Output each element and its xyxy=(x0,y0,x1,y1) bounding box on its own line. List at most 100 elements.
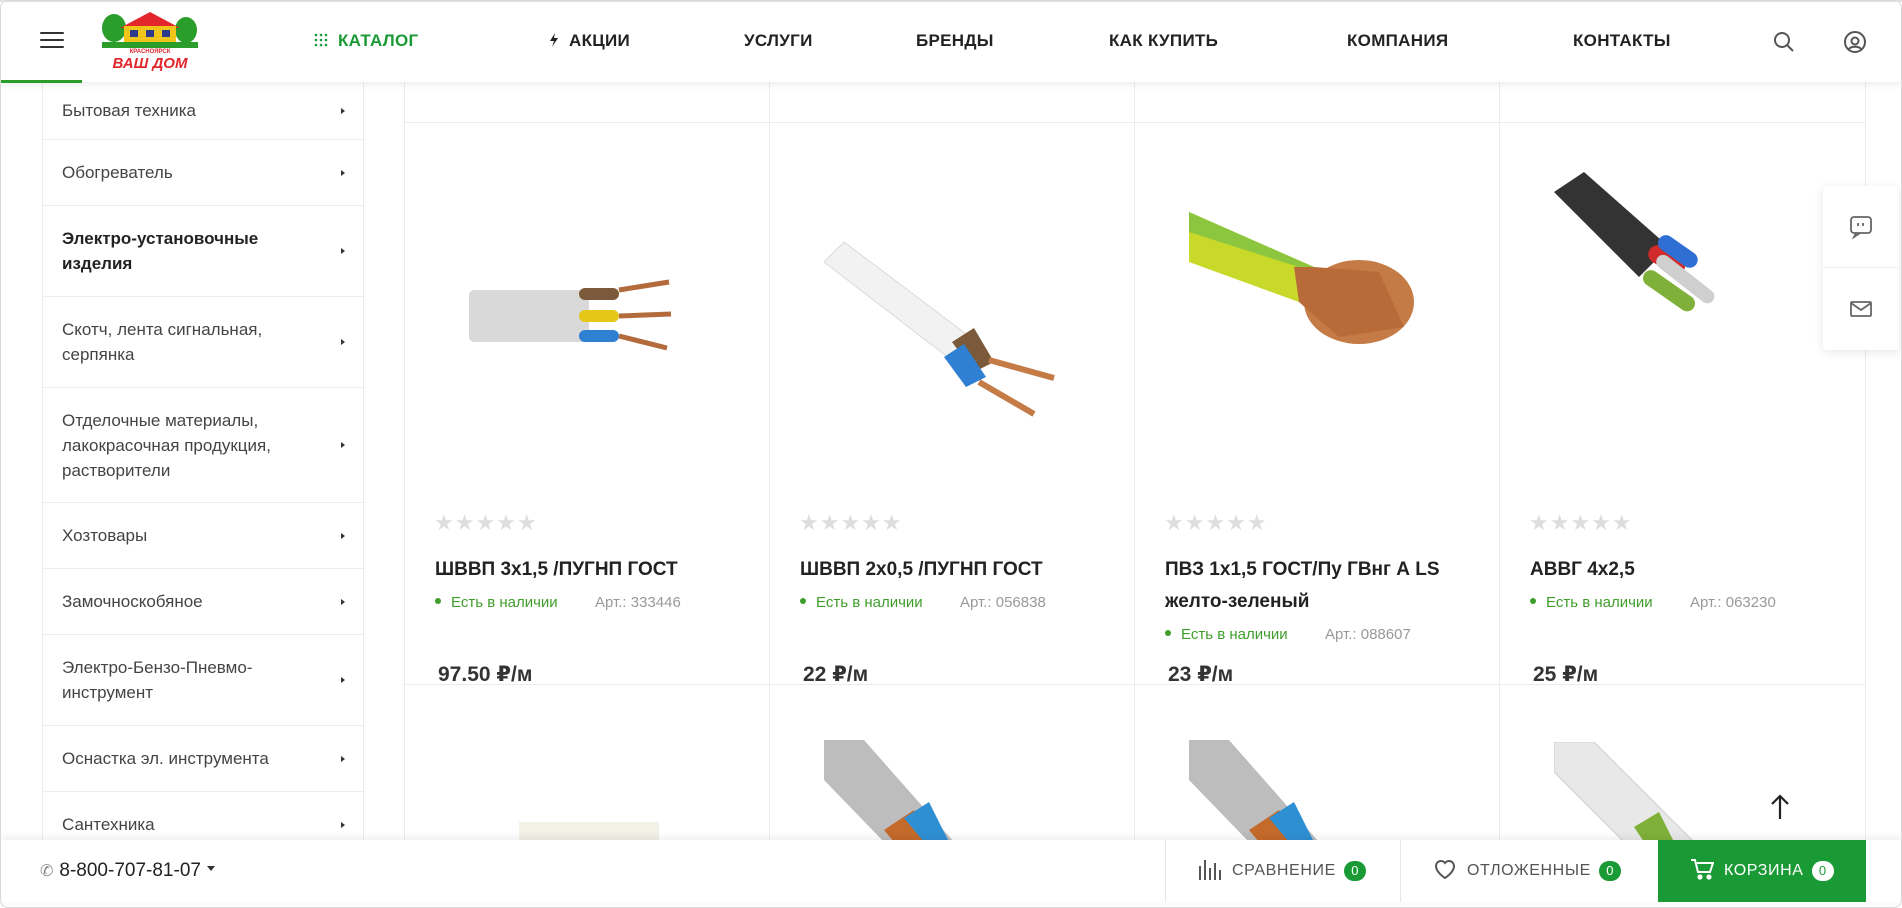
sidebar-item-locks[interactable]: Замочноскобяное xyxy=(43,569,363,635)
bottom-bar: ✆ 8-800-707-81-07 СРАВНЕНИЕ 0 ОТЛОЖЕННЫЕ … xyxy=(0,840,1902,902)
chevron-down-icon xyxy=(206,866,215,872)
cable-flat-3core-image[interactable] xyxy=(459,172,719,432)
arrow-right-icon xyxy=(341,821,345,828)
product-article: Арт.: 063230 xyxy=(1690,594,1776,611)
product-card[interactable]: ★★★★★ ПВЗ 1х1,5 ГОСТ/Пу ГВнг А LS желто-… xyxy=(1134,122,1499,686)
user-icon[interactable] xyxy=(1843,30,1867,54)
compare-icon xyxy=(1198,858,1222,885)
cable-grey-round-image[interactable] xyxy=(1189,740,1449,842)
product-article: Арт.: 088607 xyxy=(1325,626,1411,643)
sidebar-item-label: Сантехника xyxy=(62,815,155,834)
product-name[interactable]: АВВГ 4х2,5 xyxy=(1530,554,1830,586)
product-card[interactable] xyxy=(1134,684,1499,842)
arrow-right-icon xyxy=(341,532,345,539)
arrow-right-icon xyxy=(341,107,345,114)
lightning-icon xyxy=(549,32,559,52)
nav-how-to-buy[interactable]: КАК КУПИТЬ xyxy=(1109,31,1218,51)
sidebar-item-label: Электро-Бензо-Пневмо-инструмент xyxy=(62,658,253,702)
compare-label: СРАВНЕНИЕ xyxy=(1232,862,1336,879)
contact-widget xyxy=(1823,186,1899,350)
nav-catalog-label: КАТАЛОГ xyxy=(338,31,419,50)
site-header: КРАСНОЯРСК ВАШ ДОМ КАТАЛОГ АКЦИИ УСЛУГИ … xyxy=(0,0,1902,83)
product-name[interactable]: ПВЗ 1х1,5 ГОСТ/Пу ГВнг А LS желто-зелены… xyxy=(1165,554,1465,618)
nav-contacts[interactable]: КОНТАКТЫ xyxy=(1573,31,1671,51)
menu-active-indicator xyxy=(0,80,82,83)
sidebar-item-label: Обогреватель xyxy=(62,163,173,182)
heart-icon xyxy=(1433,858,1457,885)
sidebar-item-tool-accessories[interactable]: Оснастка эл. инструмента xyxy=(43,726,363,792)
sidebar-item-electrical[interactable]: Электро-установочные изделия xyxy=(43,206,363,297)
sidebar-item-label: Замочноскобяное xyxy=(62,592,203,611)
product-name[interactable]: ШВВП 3х1,5 /ПУГНП ГОСТ xyxy=(435,554,735,586)
cart-count-badge: 0 xyxy=(1811,861,1834,881)
availability-status: Есть в наличии xyxy=(1165,626,1288,643)
nav-promotions-label: АКЦИИ xyxy=(569,31,631,50)
mail-icon[interactable] xyxy=(1823,268,1899,350)
sidebar-item-finishing[interactable]: Отделочные материалы, лакокрасочная прод… xyxy=(43,388,363,503)
sidebar-item-power-tools[interactable]: Электро-Бензо-Пневмо-инструмент xyxy=(43,635,363,726)
deferred-count-badge: 0 xyxy=(1598,861,1621,881)
nav-promotions[interactable]: АКЦИИ xyxy=(549,31,630,52)
sidebar-item-label: Бытовая техника xyxy=(62,101,196,120)
deferred-button[interactable]: ОТЛОЖЕННЫЕ 0 xyxy=(1400,840,1658,902)
logo-brand: ВАШ ДОМ xyxy=(113,55,188,72)
rating-stars: ★★★★★ xyxy=(1529,510,1633,535)
product-article: Арт.: 333446 xyxy=(595,594,681,611)
rating-stars: ★★★★★ xyxy=(799,510,903,535)
product-card[interactable]: ★★★★★ ШВВП 2х0,5 /ПУГНП ГОСТ Есть в нали… xyxy=(769,122,1134,686)
product-card[interactable] xyxy=(1499,684,1864,842)
scroll-up-icon[interactable] xyxy=(1768,793,1792,821)
sidebar-item-appliances[interactable]: Бытовая техника xyxy=(43,82,363,140)
arrow-right-icon xyxy=(341,677,345,683)
sidebar-item-label: Скотч, лента сигнальная, серпянка xyxy=(62,320,263,364)
search-icon[interactable] xyxy=(1772,30,1796,54)
cable-grey-round-image[interactable] xyxy=(824,740,1084,842)
product-card[interactable]: ★★★★★ АВВГ 4х2,5 Есть в наличии Арт.: 06… xyxy=(1499,122,1864,686)
site-logo[interactable]: КРАСНОЯРСК ВАШ ДОМ xyxy=(100,8,200,72)
cart-button[interactable]: КОРЗИНА 0 xyxy=(1658,840,1866,902)
arrow-right-icon xyxy=(341,339,345,345)
sidebar-item-plumbing[interactable]: Сантехника xyxy=(43,792,363,842)
product-article: Арт.: 056838 xyxy=(960,594,1046,611)
sidebar-item-household[interactable]: Хозтовары xyxy=(43,503,363,569)
sidebar-item-heaters[interactable]: Обогреватель xyxy=(43,140,363,206)
chat-icon[interactable] xyxy=(1823,186,1899,268)
arrow-right-icon xyxy=(341,248,345,254)
sidebar-item-tape[interactable]: Скотч, лента сигнальная, серпянка xyxy=(43,297,363,388)
sidebar-item-label: Оснастка эл. инструмента xyxy=(62,749,269,768)
cable-black-4core-image[interactable] xyxy=(1554,172,1814,432)
arrow-right-icon xyxy=(341,755,345,762)
nav-brands[interactable]: БРЕНДЫ xyxy=(916,31,994,51)
product-card[interactable] xyxy=(769,684,1134,842)
rating-stars: ★★★★★ xyxy=(1164,510,1268,535)
cable-white-image[interactable] xyxy=(459,742,719,842)
wire-yellow-green-image[interactable] xyxy=(1189,172,1449,432)
cable-flat-2core-image[interactable] xyxy=(823,172,1084,432)
deferred-label: ОТЛОЖЕННЫЕ xyxy=(1467,862,1591,879)
sidebar-item-label: Электро-установочные изделия xyxy=(62,229,259,273)
nav-company[interactable]: КОМПАНИЯ xyxy=(1347,31,1448,51)
nav-services[interactable]: УСЛУГИ xyxy=(744,31,813,51)
phone-number: 8-800-707-81-07 xyxy=(59,860,201,881)
nav-catalog[interactable]: КАТАЛОГ xyxy=(314,31,419,52)
menu-icon[interactable] xyxy=(40,32,64,50)
availability-status: Есть в наличии xyxy=(800,594,923,611)
arrow-right-icon xyxy=(341,169,345,176)
product-card[interactable]: ★★★★★ ШВВП 3х1,5 /ПУГНП ГОСТ Есть в нали… xyxy=(404,122,769,686)
product-card[interactable] xyxy=(404,684,769,842)
phone-dropdown[interactable]: ✆ 8-800-707-81-07 xyxy=(40,860,215,882)
sidebar-item-label: Отделочные материалы, лакокрасочная прод… xyxy=(62,410,271,480)
arrow-right-icon xyxy=(341,598,345,605)
compare-count-badge: 0 xyxy=(1343,861,1366,881)
availability-status: Есть в наличии xyxy=(435,594,558,611)
cart-label: КОРЗИНА xyxy=(1724,862,1804,879)
cable-white-round-image[interactable] xyxy=(1553,741,1814,842)
product-grid: ★★★★★ ШВВП 3х1,5 /ПУГНП ГОСТ Есть в нали… xyxy=(404,82,1866,842)
arrow-right-icon xyxy=(341,442,345,448)
phone-icon: ✆ xyxy=(40,863,54,880)
grid-dots-icon xyxy=(314,32,328,52)
cart-icon xyxy=(1690,858,1715,885)
compare-button[interactable]: СРАВНЕНИЕ 0 xyxy=(1165,840,1400,902)
product-name[interactable]: ШВВП 2х0,5 /ПУГНП ГОСТ xyxy=(800,554,1100,586)
availability-status: Есть в наличии xyxy=(1530,594,1653,611)
